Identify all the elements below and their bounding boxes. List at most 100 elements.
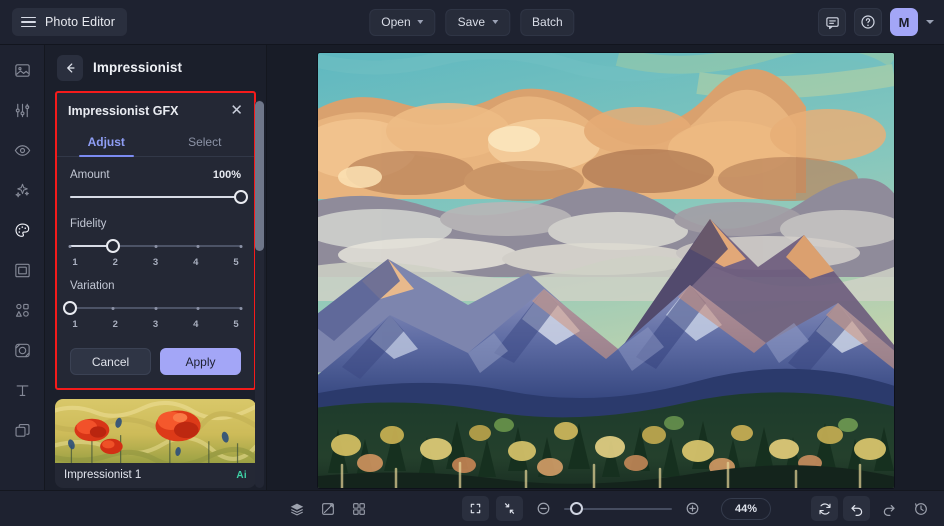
zoom-level-badge[interactable]: 44% [721, 497, 771, 520]
open-label: Open [381, 15, 411, 29]
avatar[interactable]: M [890, 8, 918, 36]
chat-icon [825, 16, 839, 29]
canvas-area[interactable] [267, 45, 944, 490]
zoom-in-icon [686, 502, 699, 515]
fidelity-group: Fidelity 1 2 3 4 5 [68, 218, 243, 268]
fidelity-tick: 3 [152, 257, 159, 268]
fidelity-step-dot[interactable] [68, 244, 72, 248]
fidelity-tick: 2 [112, 257, 118, 268]
back-button[interactable] [57, 54, 83, 81]
rail-item-frame[interactable] [7, 257, 37, 284]
variation-tick: 5 [233, 319, 239, 330]
fidelity-step-dot[interactable] [239, 244, 243, 248]
tab-select[interactable]: Select [156, 127, 255, 156]
amount-label: Amount [70, 169, 110, 181]
history-button[interactable] [907, 496, 934, 521]
rail-item-layers[interactable] [7, 417, 37, 444]
reset-button[interactable] [811, 496, 838, 521]
hamburger-icon[interactable] [21, 16, 36, 28]
variation-tick: 3 [152, 319, 159, 330]
grid-button[interactable] [345, 496, 372, 521]
account-chevron-down-icon[interactable] [926, 20, 934, 24]
amount-slider-handle[interactable] [234, 190, 248, 204]
fit-to-screen-icon [504, 503, 515, 514]
footer-view-tools: 44% [462, 496, 771, 521]
open-button[interactable]: Open [369, 8, 436, 36]
panel-scrollbar[interactable] [255, 92, 264, 488]
header-right-group: M [818, 8, 934, 36]
batch-button[interactable]: Batch [520, 8, 575, 36]
undo-button[interactable] [843, 496, 870, 521]
rail-item-adjust[interactable] [7, 97, 37, 124]
panel-header: Impressionist [45, 45, 266, 90]
variation-tick: 1 [72, 319, 78, 330]
help-icon [861, 15, 875, 29]
rail-item-text[interactable] [7, 377, 37, 404]
app-body: Impressionist Impressionist GFX ✕ Adjust… [0, 45, 944, 490]
cancel-button[interactable]: Cancel [70, 348, 151, 375]
brand-menu-button[interactable]: Photo Editor [12, 8, 127, 36]
layers-icon [290, 503, 303, 515]
redo-icon [883, 504, 895, 516]
fullscreen-button[interactable] [462, 496, 489, 521]
zoom-slider[interactable] [564, 501, 672, 515]
zoom-out-button[interactable] [530, 496, 557, 521]
variation-ticks: 1 2 3 4 5 [70, 319, 241, 330]
tab-adjust[interactable]: Adjust [57, 127, 156, 157]
scrollbar-thumb[interactable] [255, 101, 264, 251]
close-icon[interactable]: ✕ [230, 103, 243, 118]
undo-icon [850, 504, 862, 516]
rail-item-styles[interactable] [7, 217, 37, 244]
variation-group: Variation 1 2 3 4 5 [63, 280, 243, 330]
amount-slider[interactable] [70, 190, 248, 204]
variation-slider[interactable] [63, 301, 243, 315]
adjust-sliders-icon [15, 103, 29, 118]
footer-left-tools [283, 496, 372, 521]
fidelity-slider[interactable] [68, 239, 243, 253]
amount-row: Amount 100% [70, 169, 241, 181]
image-icon [14, 64, 30, 77]
redo-button[interactable] [875, 496, 902, 521]
variation-step-dot[interactable] [196, 306, 200, 310]
fidelity-ticks: 1 2 3 4 5 [70, 257, 241, 268]
variation-step-dot[interactable] [111, 306, 115, 310]
poppies-thumbnail-art [55, 399, 256, 468]
fidelity-tick: 5 [233, 257, 239, 268]
rail-item-focus[interactable] [7, 337, 37, 364]
preset-card[interactable]: Impressionist 1 Ai [55, 399, 256, 488]
palette-icon [14, 223, 29, 237]
help-button[interactable] [854, 8, 882, 36]
variation-label: Variation [70, 280, 115, 292]
chat-button[interactable] [818, 8, 846, 36]
variation-step-dot[interactable] [154, 306, 157, 310]
variation-tick: 4 [193, 319, 199, 330]
rail-item-image[interactable] [7, 57, 37, 84]
amount-value: 100% [212, 169, 241, 181]
dialog-tabs: Adjust Select [57, 127, 254, 157]
zoom-slider-handle[interactable] [570, 501, 583, 515]
fit-to-screen-button[interactable] [496, 496, 523, 521]
save-button[interactable]: Save [445, 8, 511, 36]
compare-button[interactable] [314, 496, 341, 521]
preset-thumbnail [55, 399, 256, 468]
layers-button[interactable] [283, 496, 310, 521]
apply-button[interactable]: Apply [160, 348, 241, 375]
app-header: Photo Editor Open Save Batch M [0, 0, 944, 45]
variation-step-dot[interactable] [239, 306, 243, 310]
dialog-body: Amount 100% Fidelity 1 2 3 4 5 Variation… [57, 157, 254, 330]
fidelity-step-dot[interactable] [196, 244, 200, 248]
preset-name: Impressionist 1 [64, 469, 142, 481]
tool-rail [0, 45, 45, 490]
rail-item-shapes[interactable] [7, 297, 37, 324]
history-icon [914, 502, 927, 515]
fidelity-step-dot[interactable] [154, 244, 157, 248]
focus-crop-icon [14, 343, 30, 358]
app-title: Photo Editor [45, 15, 115, 29]
rail-item-preview[interactable] [7, 137, 37, 164]
zoom-in-button[interactable] [679, 496, 706, 521]
rail-item-effects[interactable] [7, 177, 37, 204]
fidelity-slider-handle[interactable] [105, 239, 120, 253]
artboard[interactable] [317, 53, 894, 488]
batch-label: Batch [532, 15, 563, 29]
variation-slider-handle[interactable] [63, 301, 77, 315]
